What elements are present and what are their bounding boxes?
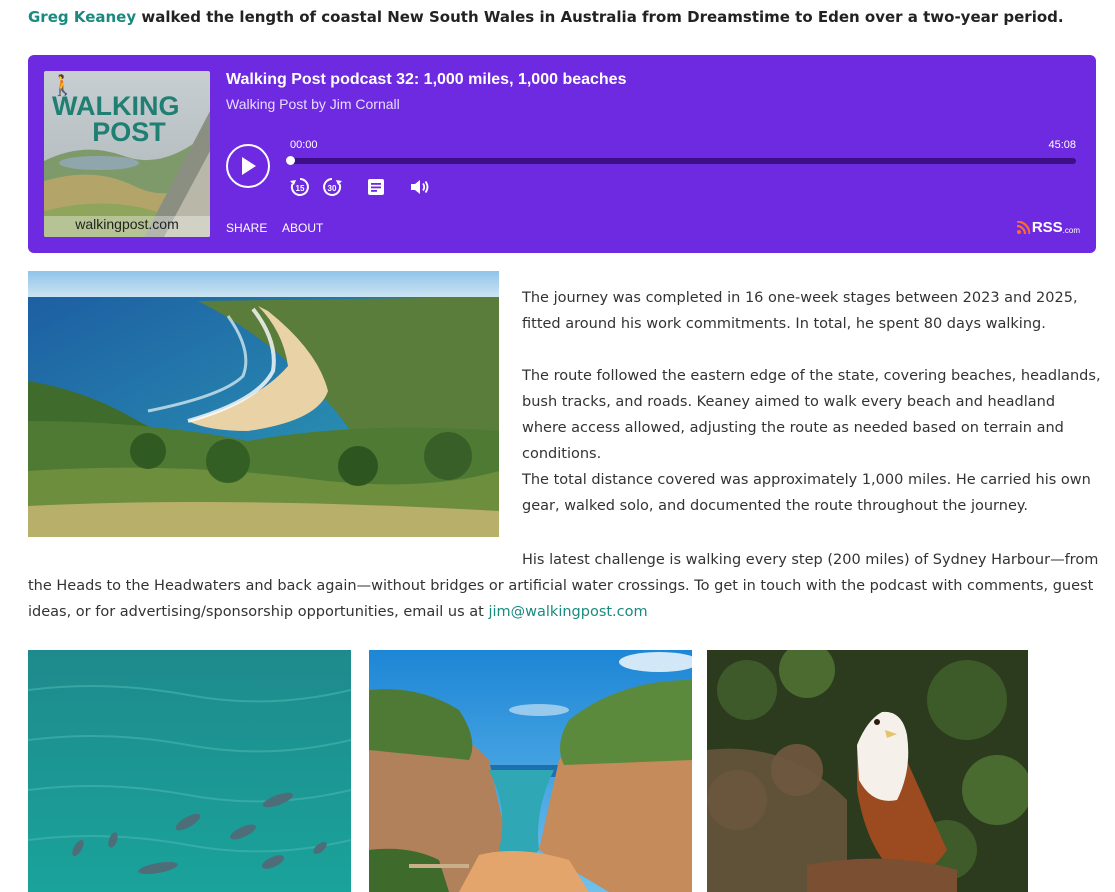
podcast-player: 🚶 WALKING POST walkingpost.com Walking P… — [28, 55, 1096, 253]
article-paragraph-3: The total distance covered was approxima… — [522, 472, 1091, 514]
rss-label: RSS — [1031, 219, 1063, 236]
progress-handle[interactable] — [285, 156, 295, 165]
transcript-icon — [368, 179, 384, 195]
dolphins-in-ocean-photo — [28, 650, 351, 892]
email-link[interactable]: jim@walkingpost.com — [488, 604, 647, 620]
rss-suffix: .com — [1062, 225, 1080, 235]
volume-button[interactable] — [409, 176, 431, 198]
brahminy-kite-bird-photo — [707, 650, 1028, 892]
podcast-cover-art: 🚶 WALKING POST walkingpost.com — [44, 71, 210, 237]
forward-30-icon: 30 — [323, 178, 342, 196]
play-button[interactable] — [226, 144, 270, 188]
forward-30-button[interactable]: 30 — [320, 176, 344, 198]
forward-30-label: 30 — [328, 184, 337, 193]
episode-title[interactable]: Walking Post podcast 32: 1,000 miles, 1,… — [226, 71, 626, 89]
cover-url: walkingpost.com — [75, 216, 179, 232]
current-time: 00:00 — [290, 139, 318, 151]
rss-link[interactable]: RSS .com — [1016, 219, 1080, 236]
gorge-beach-photo — [369, 650, 692, 892]
intro-text: Greg Keaney walked the length of coastal… — [28, 6, 1098, 28]
transcript-button[interactable] — [365, 176, 387, 198]
coastal-headland-beach-photo — [28, 271, 499, 537]
show-name[interactable]: Walking Post by Jim Cornall — [226, 96, 400, 112]
article-paragraph-1: The journey was completed in 16 one-week… — [522, 290, 1078, 332]
rewind-15-button[interactable]: 15 — [288, 176, 312, 198]
intro-sentence: walked the length of coastal New South W… — [136, 8, 1064, 26]
rewind-15-label: 15 — [296, 184, 305, 193]
about-button[interactable]: ABOUT — [282, 221, 323, 235]
total-time: 45:08 — [1048, 139, 1076, 151]
rss-icon — [1016, 221, 1030, 234]
rewind-15-icon: 15 — [290, 178, 309, 196]
volume-icon — [411, 180, 429, 194]
cover-brand-line1: WALKING — [52, 91, 180, 121]
article-paragraph-2: The route followed the eastern edge of t… — [522, 368, 1101, 462]
share-button[interactable]: SHARE — [226, 221, 267, 235]
cover-brand-line2: POST — [92, 117, 166, 147]
progress-track[interactable] — [288, 158, 1076, 164]
article-paragraph-4: His latest challenge is walking every st… — [28, 547, 1103, 625]
play-icon — [242, 157, 256, 175]
greg-keaney-link[interactable]: Greg Keaney — [28, 8, 136, 26]
cover-brand: WALKING POST — [52, 91, 180, 147]
